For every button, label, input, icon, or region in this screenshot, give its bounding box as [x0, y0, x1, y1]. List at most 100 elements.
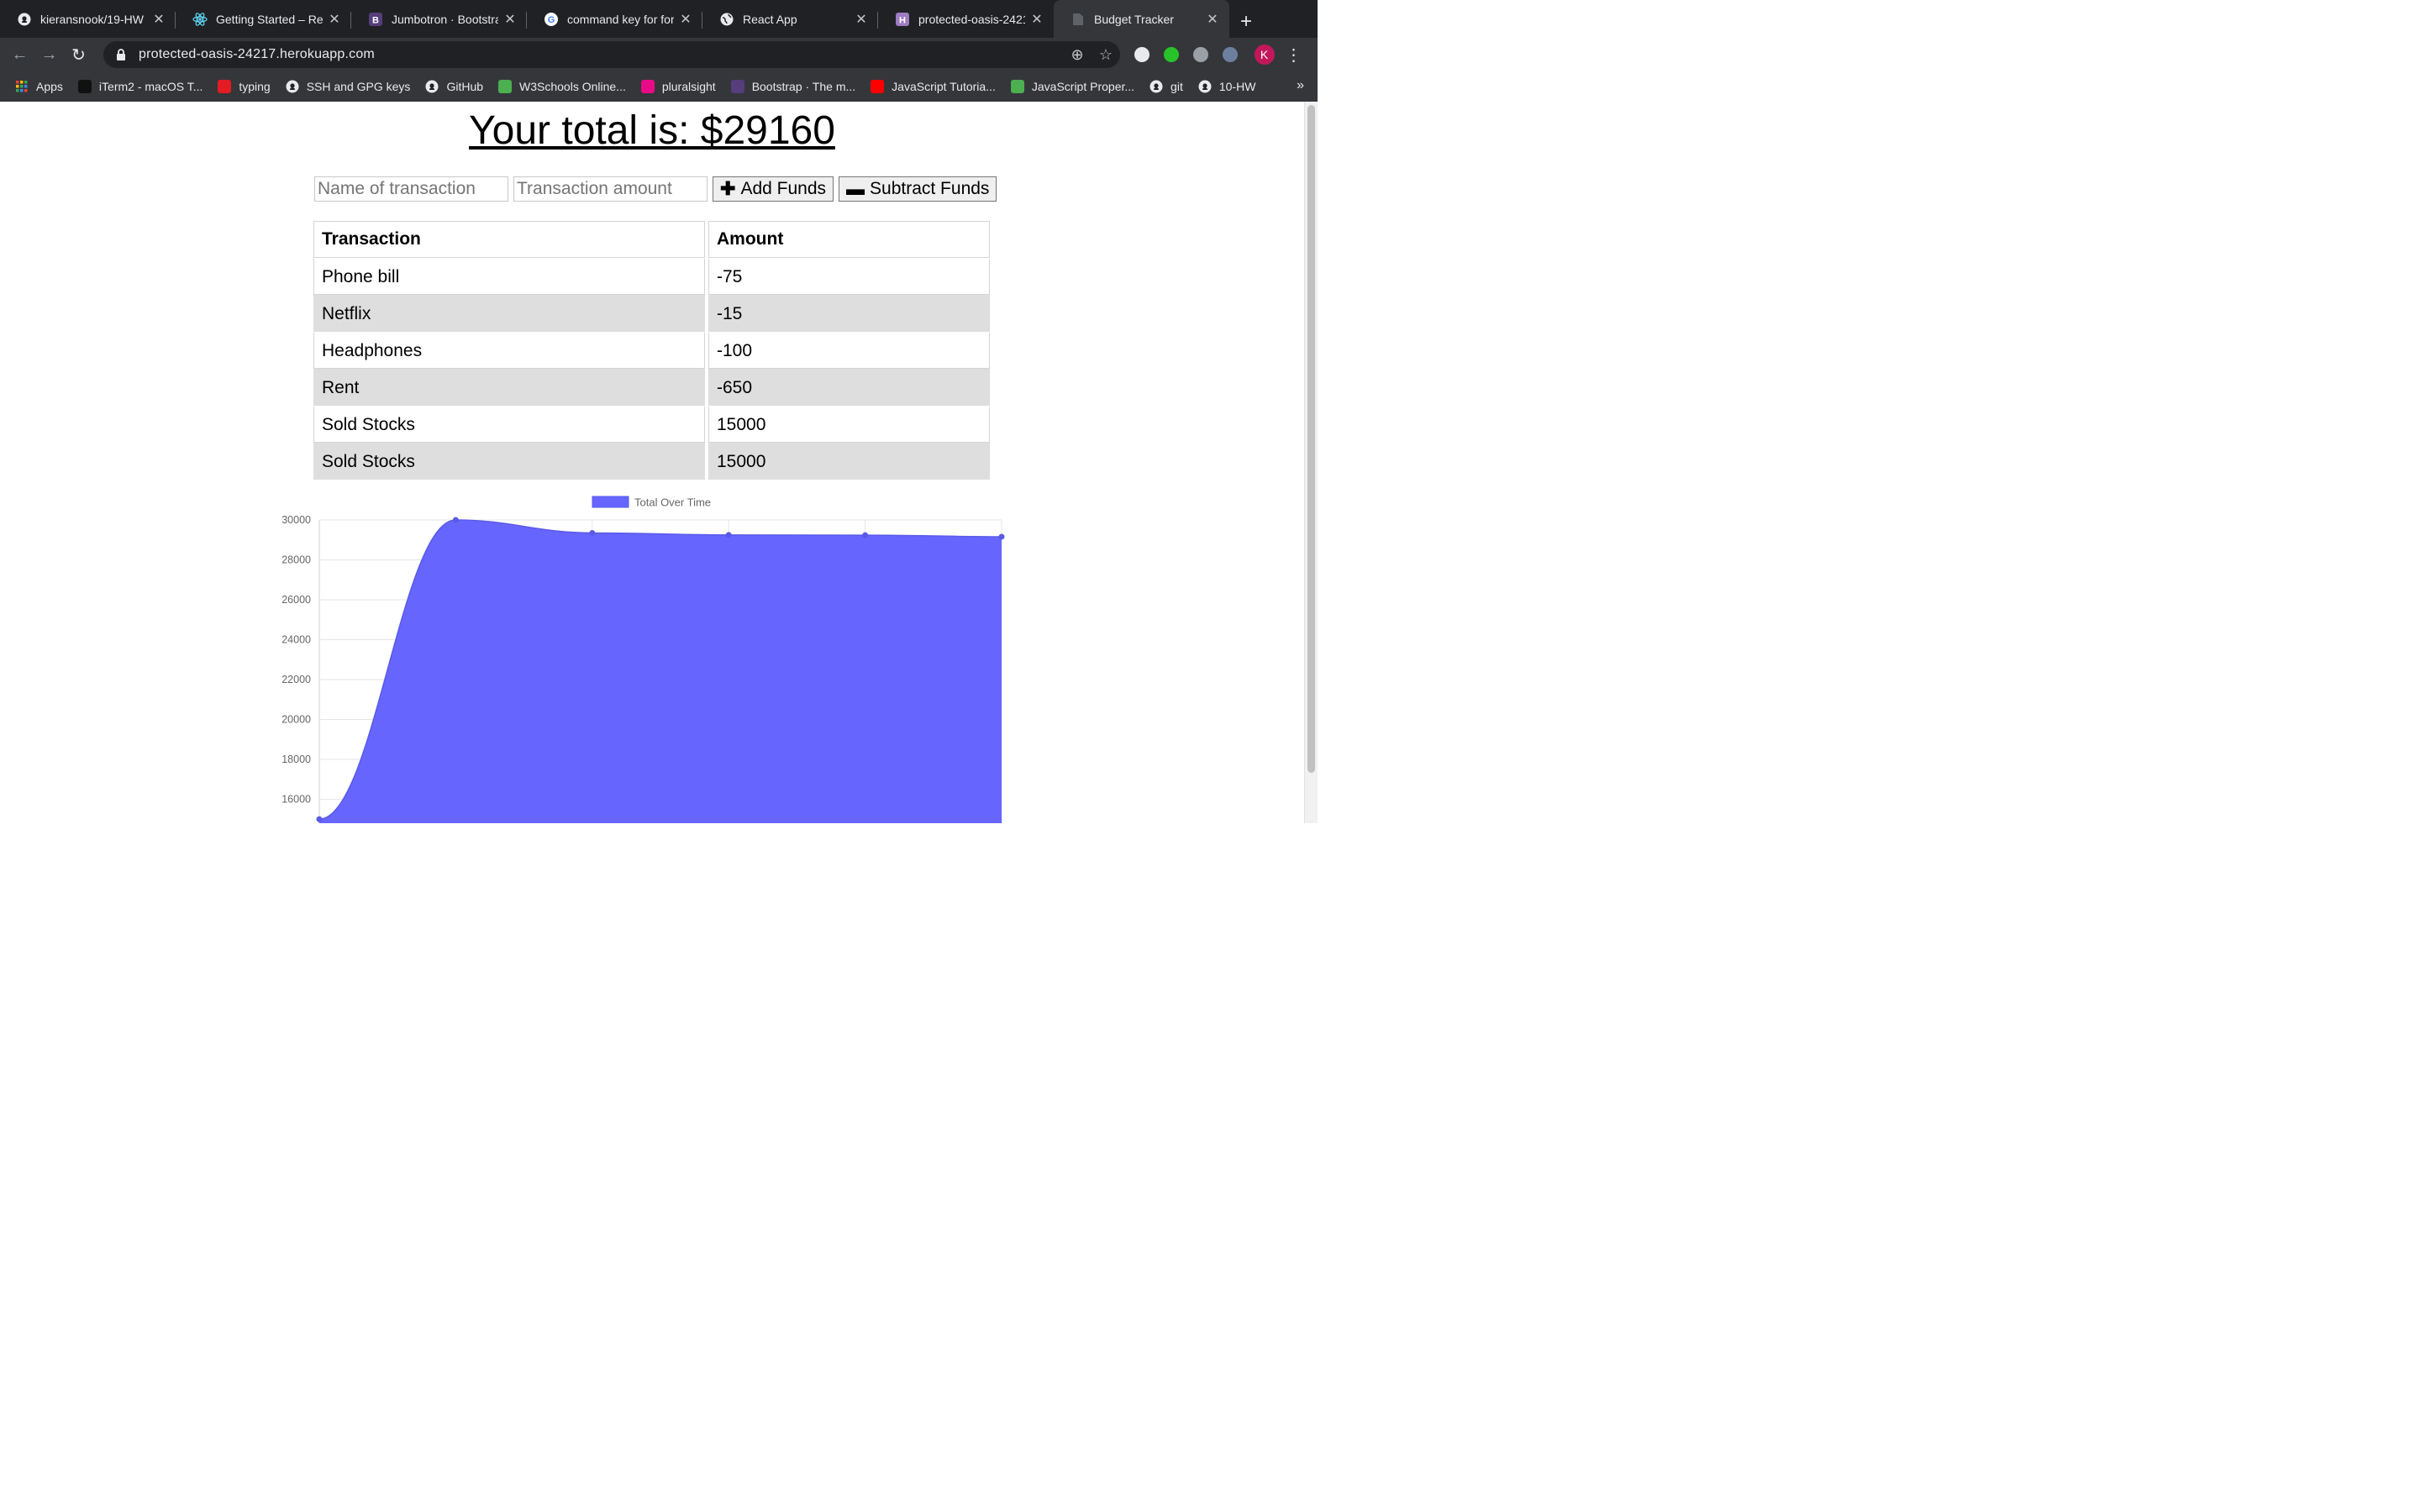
- data-point: [452, 517, 459, 523]
- close-tab-icon[interactable]: ✕: [1025, 11, 1049, 28]
- bookmark-item[interactable]: git: [1150, 80, 1183, 93]
- y-tick-label: 20000: [281, 714, 311, 726]
- plus-icon: ✚: [720, 178, 736, 199]
- new-tab-icon[interactable]: +: [1229, 0, 1263, 38]
- table-row: Sold Stocks 15000: [313, 406, 990, 443]
- close-tab-icon[interactable]: ✕: [498, 11, 522, 28]
- svg-text:G: G: [548, 15, 555, 25]
- browser-tab[interactable]: B Jumbotron · Bootstrap ✕: [351, 0, 527, 38]
- y-tick-label: 24000: [281, 634, 311, 646]
- browser-tab[interactable]: Hprotected-oasis-24217 ✕: [878, 0, 1054, 38]
- install-app-icon[interactable]: ⊕: [1063, 46, 1092, 64]
- bookmark-item[interactable]: SSH and GPG keys: [286, 80, 410, 93]
- browser-tab[interactable]: Getting Started – Reac✕: [176, 0, 351, 38]
- bookmark-label: JavaScript Proper...: [1031, 80, 1135, 93]
- youtube-icon: [871, 80, 885, 93]
- transaction-name: Sold Stocks: [313, 443, 705, 480]
- transaction-name-input[interactable]: [314, 176, 508, 202]
- page-scrollbar[interactable]: [1304, 102, 1318, 823]
- github-icon: [425, 80, 439, 93]
- iterm-icon: [77, 80, 92, 93]
- bookmark-label: GitHub: [446, 80, 484, 93]
- tab-title: command key for form: [567, 12, 674, 26]
- github-icon: [17, 12, 32, 27]
- thumbs-up-extension-icon[interactable]: [1156, 47, 1186, 62]
- bookmark-item[interactable]: Bootstrap · The m...: [730, 80, 856, 93]
- bootstrap-icon: B: [368, 12, 383, 27]
- profile-avatar[interactable]: K: [1249, 45, 1279, 65]
- transaction-amount-input[interactable]: [513, 176, 708, 202]
- close-tab-icon[interactable]: ✕: [850, 11, 873, 28]
- header-amount: Amount: [708, 221, 990, 258]
- budget-tracker-page: Your total is: $29160 ✚ Add Funds ▬ Subt…: [0, 102, 1304, 823]
- table-row: Rent -650: [313, 369, 990, 406]
- bookmarks-overflow-icon[interactable]: »: [1297, 78, 1304, 93]
- data-point: [316, 816, 323, 822]
- browser-tab[interactable]: kieransnook/19-HW ✕: [0, 0, 176, 38]
- tab-title: Budget Tracker: [1094, 12, 1174, 26]
- bookmark-item[interactable]: W3Schools Online...: [498, 80, 626, 93]
- react-icon: [192, 12, 208, 27]
- transaction-name: Sold Stocks: [313, 406, 705, 443]
- bookmark-star-icon[interactable]: ☆: [1092, 46, 1120, 64]
- forward-icon[interactable]: →: [34, 45, 64, 65]
- extension-icon[interactable]: [1127, 47, 1156, 62]
- close-tab-icon[interactable]: ✕: [674, 11, 697, 28]
- add-funds-label: Add Funds: [740, 179, 827, 198]
- bookmarks-bar: Apps iTerm2 - macOS T... typing SSH and GPG…: [0, 71, 1318, 102]
- add-funds-button[interactable]: ✚ Add Funds: [713, 176, 834, 202]
- back-icon[interactable]: ←: [5, 45, 34, 65]
- bookmark-item[interactable]: pluralsight: [640, 80, 716, 93]
- adblock-plus-icon[interactable]: [1186, 47, 1215, 62]
- github-icon: [1198, 80, 1212, 93]
- table-header-row: Transaction Amount: [313, 221, 990, 258]
- address-bar[interactable]: protected-oasis-24217.herokuapp.com ⊕ ☆: [103, 41, 1120, 68]
- bookmark-item[interactable]: typing: [218, 80, 271, 93]
- svg-text:H: H: [899, 15, 906, 25]
- subtract-funds-button[interactable]: ▬ Subtract Funds: [839, 176, 997, 202]
- browser-tab[interactable]: React App ✕: [702, 0, 878, 38]
- bookmark-item[interactable]: JavaScript Tutoria...: [871, 80, 996, 93]
- transaction-amount: -650: [708, 369, 990, 406]
- tab-title: Jumbotron · Bootstrap: [392, 12, 498, 26]
- google-icon: G: [544, 12, 559, 27]
- transaction-amount: -15: [708, 295, 990, 332]
- bookmark-item[interactable]: JavaScript Proper...: [1010, 80, 1135, 93]
- series-area: [319, 520, 1002, 823]
- close-tab-icon[interactable]: ✕: [1201, 11, 1224, 28]
- transaction-amount: -75: [708, 258, 990, 295]
- bookmark-item[interactable]: 10-HW: [1198, 80, 1255, 93]
- bookmark-label: JavaScript Tutoria...: [892, 80, 996, 93]
- tab-title: protected-oasis-24217: [918, 12, 1025, 26]
- close-tab-icon[interactable]: ✕: [323, 11, 346, 28]
- scrollbar-thumb[interactable]: [1307, 105, 1315, 773]
- bookmark-item[interactable]: iTerm2 - macOS T...: [77, 80, 203, 93]
- close-tab-icon[interactable]: ✕: [147, 11, 171, 28]
- subtract-funds-label: Subtract Funds: [870, 179, 990, 198]
- bookmark-item[interactable]: Apps: [15, 80, 63, 93]
- header-transaction: Transaction: [313, 221, 705, 258]
- w3schools-icon: [498, 80, 513, 93]
- transaction-name: Headphones: [313, 332, 705, 369]
- github-icon: [1150, 80, 1163, 93]
- document-icon: [1071, 12, 1086, 27]
- typing-icon: [218, 80, 232, 93]
- heroku-icon: H: [895, 12, 910, 27]
- bookmark-label: git: [1171, 80, 1183, 93]
- browser-tab[interactable]: Budget Tracker ✕: [1054, 0, 1229, 38]
- browser-tab[interactable]: Gcommand key for form ✕: [527, 0, 702, 38]
- transaction-amount: 15000: [708, 443, 990, 480]
- bookmark-item[interactable]: GitHub: [425, 80, 483, 93]
- reload-icon[interactable]: ↻: [64, 45, 93, 66]
- bookmark-label: Apps: [36, 80, 63, 93]
- tab-title: Getting Started – Reac: [216, 12, 323, 26]
- table-row: Netflix -15: [313, 295, 990, 332]
- legend-label: Total Over Time: [634, 496, 711, 509]
- bookmark-label: Bootstrap · The m...: [751, 80, 856, 93]
- data-point: [998, 533, 1005, 540]
- glasses-extension-icon[interactable]: [1215, 47, 1244, 62]
- menu-kebab-icon[interactable]: ⋮: [1279, 45, 1308, 66]
- transaction-form: ✚ Add Funds ▬ Subtract Funds: [314, 176, 1002, 202]
- transaction-name: Netflix: [313, 295, 705, 332]
- y-tick-label: 22000: [281, 674, 311, 685]
